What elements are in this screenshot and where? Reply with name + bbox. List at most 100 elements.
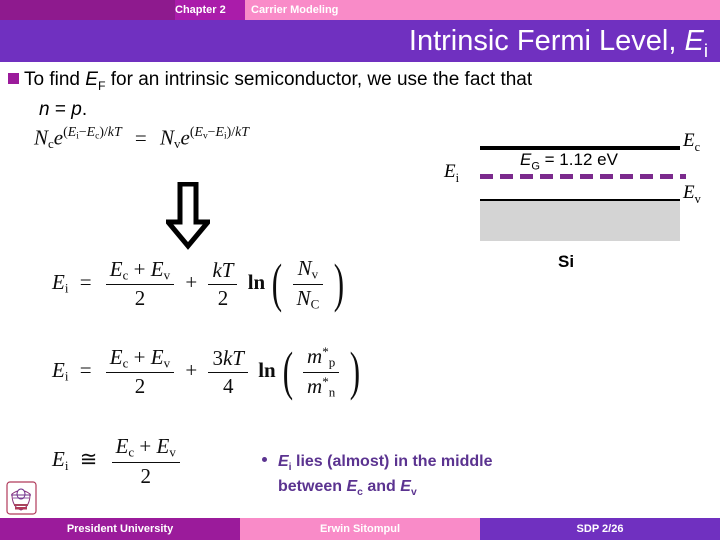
eq3-fraction-3: m*p m*n	[303, 344, 340, 400]
eq3-lhs: E	[52, 357, 65, 382]
equation-4: Ei ≅ Ec + Ev 2	[52, 434, 183, 489]
intro-text-a: To find	[24, 69, 86, 90]
eq2-paren-close: )	[333, 253, 344, 314]
eq2-frac3-denominator: NC	[293, 285, 324, 313]
conclusion-bullet: Ei lies (almost) in the middle between E…	[262, 452, 582, 502]
equation-3: Ei = Ec + Ev 2 + 3kT 4 ln ( m*p m*n )	[52, 344, 361, 400]
eq3-frac3-mn-sub: n	[328, 384, 336, 400]
conclusion-line-2: between Ec and Ev	[278, 477, 582, 502]
intro-var-EF: E	[85, 69, 98, 90]
university-logo-icon	[6, 481, 37, 515]
bandgap-var: E	[520, 150, 532, 169]
page-title: Intrinsic Fermi Level, Ei	[409, 22, 708, 70]
eq1-lhs-e: e	[53, 125, 64, 150]
eq3-frac1-Ev: E	[150, 344, 164, 369]
intro-bullet-line-2: n = p.	[39, 98, 708, 122]
valence-band-fill	[480, 201, 680, 241]
eq2-relation: =	[79, 269, 92, 294]
eq2-lhs: E	[52, 269, 65, 294]
chapter-bar-left-fill	[0, 0, 175, 20]
concl-text-1: lies (almost) in the middle	[291, 453, 493, 470]
intro-equals: =	[49, 98, 72, 120]
bandgap-value: = 1.12 eV	[539, 150, 618, 169]
eq2-plus: +	[185, 269, 198, 294]
eq1-lhs-exp-minus: −	[78, 124, 87, 139]
eq2-frac3-Nc-sub: C	[310, 296, 320, 312]
label-ei-var: E	[444, 161, 456, 182]
eq3-frac3-mp-sub: p	[328, 354, 336, 370]
equation-1: Nce(Ei−Ec)/kT = Nve(Ev−Ei)/kT	[34, 124, 249, 152]
eq3-frac2-three: 3	[212, 345, 223, 370]
eq1-rhs-e: e	[180, 125, 190, 150]
label-ec: Ec	[683, 130, 700, 155]
eq1-lhs-exp-close: )/	[99, 124, 108, 139]
band-diagram: Ec Ev Ei EG = 1.12 eV Si	[444, 130, 720, 290]
intrinsic-fermi-level-dashed-line	[480, 174, 686, 179]
eq4-relation: ≅	[79, 447, 98, 472]
eq1-lhs-exponent: (Ei−Ec)/kT	[63, 124, 122, 141]
eq4-frac1-numerator: Ec + Ev	[111, 434, 180, 463]
eq3-frac2-denominator: 4	[222, 373, 234, 398]
footer-author: Erwin Sitompul	[240, 518, 480, 540]
eq1-rhs-exp-minus: −	[207, 124, 216, 139]
page-title-variable: E	[684, 25, 704, 57]
page-title-main: Intrinsic Fermi Level,	[408, 25, 685, 57]
eq4-lhs-sub: i	[64, 457, 69, 473]
eq4-frac1-denominator: 2	[140, 463, 151, 488]
eq3-paren-close: )	[349, 341, 360, 402]
eq3-paren-open: (	[282, 341, 294, 402]
eq2-frac1-denominator: 2	[134, 286, 146, 311]
equation-2: Ei = Ec + Ev 2 + kT 2 ln ( Nv NC )	[52, 256, 345, 312]
eq4-frac1-plus: +	[134, 434, 157, 458]
eq3-plus: +	[185, 357, 198, 382]
intro-var-EF-sub: F	[97, 78, 106, 93]
eq3-frac3-numerator: m*p	[303, 344, 340, 373]
eq2-frac1-Ev: E	[150, 256, 164, 281]
eq2-paren-open: (	[272, 253, 283, 314]
eq1-rhs-exp-E1: E	[194, 124, 203, 139]
eq2-ln: ln	[247, 269, 266, 294]
eq2-frac1-plus: +	[128, 256, 151, 281]
eq1-lhs-N: N	[34, 125, 49, 150]
concl-text-3: and	[362, 478, 401, 496]
conclusion-line-1: Ei lies (almost) in the middle	[278, 452, 582, 477]
eq4-fraction-1: Ec + Ev 2	[111, 434, 180, 489]
eq4-lhs: E	[52, 447, 65, 472]
bandgap-label: EG = 1.12 eV	[520, 150, 618, 172]
footer-bar: President University Erwin Sitompul SDP …	[0, 518, 720, 540]
concl-var-Ec: E	[346, 478, 358, 496]
eq1-lhs-exp-E1: E	[67, 124, 77, 139]
eq2-frac1-numerator: Ec + Ev	[105, 256, 175, 286]
eq1-lhs-exp-E2: E	[86, 124, 96, 139]
label-ec-var: E	[683, 130, 695, 151]
label-ei-sub: i	[455, 170, 460, 185]
eq2-frac1-Ec: E	[109, 256, 123, 281]
concl-var-Ev-sub: v	[410, 487, 417, 499]
eq3-frac1-plus: +	[128, 344, 151, 369]
eq2-frac3-Nc: N	[296, 285, 311, 310]
concl-var-Ei: E	[278, 453, 289, 470]
eq2-fraction-1: Ec + Ev 2	[105, 256, 175, 312]
eq1-rhs-exp-close: )/	[226, 124, 236, 139]
eq2-frac3-Nv: N	[297, 256, 312, 280]
eq3-frac1-numerator: Ec + Ev	[105, 344, 175, 374]
eq3-frac1-Ec: E	[109, 344, 123, 369]
eq2-frac3-numerator: Nv	[292, 256, 324, 285]
intro-var-n: n	[39, 98, 50, 120]
eq4-frac1-Ec: E	[115, 434, 129, 458]
intro-bullet-block: To find EF for an intrinsic semiconducto…	[8, 68, 708, 122]
eq3-frac2-numerator: 3kT	[208, 346, 248, 373]
eq1-rhs-exponent: (Ev−Ei)/kT	[190, 124, 249, 141]
bandgap-var-sub: G	[531, 160, 540, 173]
eq4-frac1-Ev-sub: v	[169, 444, 176, 460]
concl-var-Ev: E	[400, 478, 411, 496]
intro-var-p: p	[71, 98, 82, 120]
eq2-lhs-sub: i	[64, 280, 69, 296]
eq2-frac2-numerator: kT	[208, 258, 238, 285]
eq1-rhs-N: N	[160, 125, 175, 150]
eq3-fraction-2: 3kT 4	[208, 346, 248, 399]
chapter-label: Chapter 2	[175, 4, 226, 16]
square-bullet-icon	[8, 73, 19, 84]
page-title-variable-sub: i	[703, 39, 708, 61]
eq1-lhs-exp-kT: kT	[107, 124, 122, 139]
